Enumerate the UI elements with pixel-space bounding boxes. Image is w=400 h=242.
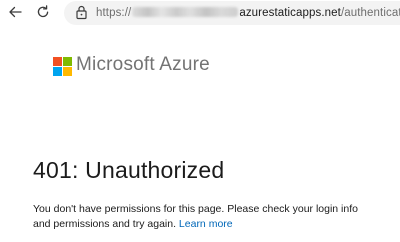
logo-square-blue <box>53 67 62 76</box>
lock-icon[interactable] <box>75 5 88 25</box>
url-scheme: https:// <box>96 7 132 19</box>
redacted-subdomain <box>132 7 239 17</box>
back-arrow-icon <box>8 5 22 24</box>
error-title: 401: Unauthorized <box>33 157 225 183</box>
back-button[interactable] <box>4 3 26 25</box>
url-host: azurestaticapps.net <box>239 7 341 19</box>
reload-icon <box>36 4 50 24</box>
learn-more-link[interactable]: Learn more <box>179 218 233 230</box>
logo-square-red <box>53 57 62 66</box>
microsoft-logo-icon <box>53 57 72 76</box>
url-text[interactable]: https:// azurestaticapps.net/authenticate… <box>96 6 400 20</box>
reload-button[interactable] <box>32 3 54 25</box>
logo-square-green <box>63 57 72 66</box>
logo-text: Microsoft Azure <box>76 54 210 75</box>
url-path: /authenticated/ <box>340 7 400 19</box>
error-message: You don't have permissions for this page… <box>33 202 378 232</box>
address-bar[interactable]: https:// azurestaticapps.net/authenticate… <box>64 1 400 25</box>
browser-toolbar: https:// azurestaticapps.net/authenticate… <box>0 0 400 28</box>
logo-square-yellow <box>63 67 72 76</box>
